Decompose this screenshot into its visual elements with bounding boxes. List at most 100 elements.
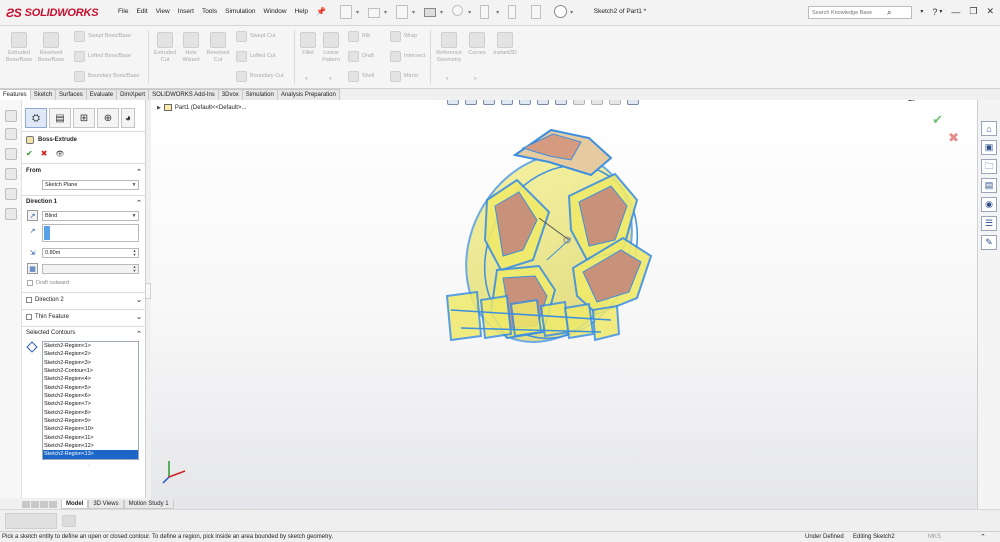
- minimize-icon[interactable]: —: [951, 7, 960, 17]
- chevron-up-icon[interactable]: ⌃: [136, 168, 142, 176]
- contour-list-item[interactable]: Sketch2-Contour<1>: [43, 367, 138, 375]
- tab-motion-study-1[interactable]: Motion Study 1: [123, 499, 174, 509]
- fillet-button[interactable]: Fillet: [298, 32, 318, 57]
- revolved-cut-button[interactable]: Revolved Cut: [204, 32, 232, 63]
- contour-list-item[interactable]: Sketch2-Region<11>: [43, 434, 138, 442]
- thin-feature-section-header[interactable]: Thin Feature ⌄: [26, 313, 142, 321]
- file-explorer-icon[interactable]: 🗀: [981, 159, 997, 174]
- select-arrow-icon[interactable]: [478, 4, 494, 20]
- minimize-icon[interactable]: —: [927, 100, 935, 102]
- unit-system[interactable]: MKS: [928, 534, 941, 540]
- chevron-up-icon[interactable]: ⌃: [136, 199, 142, 207]
- tab-3d-views[interactable]: 3D Views: [88, 499, 124, 509]
- direction2-section-header[interactable]: Direction 2 ⌄: [26, 296, 142, 304]
- new-document-icon[interactable]: [338, 4, 354, 20]
- boundary-boss-button[interactable]: Boundary Boss/Base: [74, 71, 139, 82]
- restore-icon[interactable]: ❐: [947, 100, 954, 102]
- instant3d-button[interactable]: Instant3D: [490, 32, 520, 57]
- restore-icon[interactable]: ❐: [969, 6, 977, 17]
- chevron-down-icon[interactable]: ▾: [570, 9, 573, 16]
- list-resize-handle-icon[interactable]: ◦: [88, 463, 90, 469]
- close-icon[interactable]: ✕: [986, 6, 994, 17]
- selected-contours-section-header[interactable]: Selected Contours ⌃: [26, 330, 142, 338]
- view-orientation-icon[interactable]: [537, 100, 549, 105]
- depth-input[interactable]: 0.80m ▲ ▼: [42, 248, 139, 258]
- selected-contours-list[interactable]: Sketch2-Region<1> Sketch2-Region<2> Sketch…: [42, 341, 139, 460]
- apply-scene-icon[interactable]: [609, 100, 621, 105]
- contour-list-item[interactable]: Sketch2-Region<12>: [43, 442, 138, 450]
- model-render[interactable]: [151, 100, 977, 509]
- menu-edit[interactable]: Edit: [136, 8, 147, 15]
- tab-dimxpert[interactable]: DimXpert: [117, 89, 150, 100]
- status-settings-icon[interactable]: ⌃: [980, 533, 986, 541]
- tab-surfaces[interactable]: Surfaces: [56, 89, 87, 100]
- previous-view-icon[interactable]: [483, 100, 495, 105]
- sketch-icon[interactable]: [5, 110, 17, 122]
- chevron-down-icon[interactable]: ▾: [440, 9, 443, 16]
- contour-list-item[interactable]: Sketch2-Region<9>: [43, 417, 138, 425]
- configuration-manager-tab-icon[interactable]: ⊞: [73, 108, 95, 128]
- menu-tools[interactable]: Tools: [202, 8, 217, 15]
- ok-check-icon[interactable]: ✔: [26, 149, 33, 158]
- intersect-button[interactable]: Intersect: [390, 51, 425, 62]
- solidworks-logo[interactable]: ƧS SOLIDWORKS: [6, 5, 99, 21]
- swept-cut-button[interactable]: Swept Cut: [236, 31, 275, 42]
- confirm-cancel-icon[interactable]: ✖: [948, 130, 959, 146]
- chevron-up-icon[interactable]: ⌃: [136, 330, 142, 338]
- home-icon[interactable]: ⌂: [981, 121, 997, 136]
- chevron-down-icon[interactable]: ▾: [356, 9, 359, 16]
- mirror-button[interactable]: Mirror: [390, 71, 418, 82]
- wrap-button[interactable]: Wrap: [390, 31, 417, 42]
- dimxpert-manager-tab-icon[interactable]: ⊕: [97, 108, 119, 128]
- curves-button[interactable]: Curves: [466, 32, 488, 57]
- zoom-to-area-icon[interactable]: [465, 100, 477, 105]
- checkbox-box[interactable]: [27, 280, 33, 286]
- design-library-icon[interactable]: ▣: [981, 140, 997, 155]
- swept-boss-button[interactable]: Swept Boss/Base: [74, 31, 131, 42]
- boundary-cut-button[interactable]: Boundary Cut: [236, 71, 284, 82]
- solid-body-icon[interactable]: [5, 188, 17, 200]
- thin-feature-checkbox[interactable]: [26, 314, 32, 320]
- file-properties-icon[interactable]: [529, 4, 545, 20]
- shell-button[interactable]: Shell: [348, 71, 374, 82]
- contour-list-item[interactable]: Sketch2-Region<5>: [43, 384, 138, 392]
- draft-angle-input[interactable]: ▲ ▼: [42, 264, 139, 274]
- chevron-down-icon[interactable]: ▾: [496, 9, 499, 16]
- chevron-down-icon[interactable]: ▾: [939, 8, 942, 15]
- direction1-section-header[interactable]: Direction 1 ⌃: [26, 199, 142, 207]
- tab-features[interactable]: Features: [0, 89, 31, 100]
- graphics-area[interactable]: ▶ Part1 (Default<<Default>... ✔ ✖: [151, 100, 977, 509]
- contour-list-item[interactable]: Sketch2-Region<4>: [43, 375, 138, 383]
- undo-icon[interactable]: [450, 4, 466, 20]
- bottom-toolbar-icon[interactable]: [62, 515, 76, 527]
- appearances-icon[interactable]: ◉: [981, 197, 997, 212]
- preview-eye-icon[interactable]: 👁: [55, 150, 64, 158]
- menu-help[interactable]: Help: [295, 8, 308, 15]
- chevron-down-icon[interactable]: ▾: [446, 76, 449, 82]
- search-icon[interactable]: ⌕: [887, 8, 891, 18]
- draft-button[interactable]: Draft: [348, 51, 374, 62]
- chevron-down-icon[interactable]: ▾: [468, 9, 471, 16]
- draft-on-off-icon[interactable]: ▦: [27, 263, 38, 274]
- display-manager-tab-icon[interactable]: ◕: [121, 108, 135, 128]
- rib-button[interactable]: Rib: [348, 31, 370, 42]
- lofted-boss-button[interactable]: Lofted Boss/Base: [74, 51, 131, 62]
- contour-list-item[interactable]: Sketch2-Region<1>: [43, 342, 138, 350]
- from-select[interactable]: Sketch Plane ▼: [42, 180, 139, 190]
- confirm-ok-icon[interactable]: ✔: [932, 112, 959, 128]
- chevron-down-icon[interactable]: ▾: [920, 8, 923, 15]
- direction2-toggle[interactable]: Direction 2: [26, 296, 64, 304]
- gear-icon[interactable]: [552, 4, 568, 20]
- display-style-icon[interactable]: [555, 100, 567, 105]
- reference-geometry-button[interactable]: Reference Geometry: [433, 32, 465, 63]
- contour-list-item[interactable]: Sketch2-Region<10>: [43, 425, 138, 433]
- extruded-boss-button[interactable]: Extruded Boss/Base: [4, 32, 34, 63]
- search-knowledge-base[interactable]: ⌕: [808, 6, 912, 19]
- tab-evaluate[interactable]: Evaluate: [86, 89, 118, 100]
- from-section-header[interactable]: From ⌃: [26, 168, 142, 176]
- property-manager-tab-icon[interactable]: ▤: [49, 108, 71, 128]
- line-icon[interactable]: [5, 128, 17, 140]
- chevron-down-icon[interactable]: ▾: [305, 76, 308, 82]
- contour-list-item[interactable]: Sketch2-Region<7>: [43, 400, 138, 408]
- point-icon[interactable]: [5, 168, 17, 180]
